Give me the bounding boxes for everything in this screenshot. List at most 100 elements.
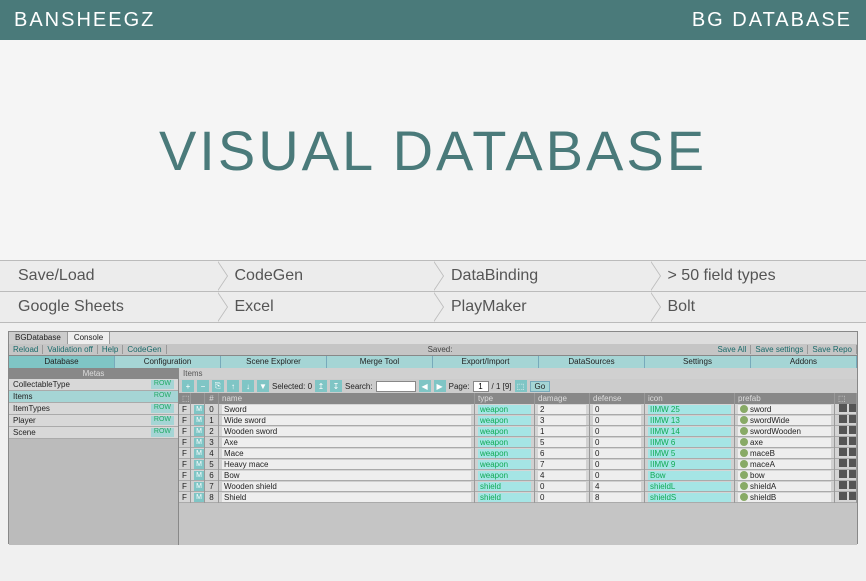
- save-repo-button[interactable]: Save Repo: [808, 345, 857, 354]
- row-flag[interactable]: F: [179, 459, 191, 470]
- cell-type[interactable]: weapon: [475, 470, 535, 481]
- reload-button[interactable]: Reload: [9, 345, 43, 354]
- row-flag[interactable]: F: [179, 470, 191, 481]
- cell-name[interactable]: Heavy mace: [219, 459, 475, 470]
- add-icon[interactable]: +: [182, 380, 194, 392]
- table-row[interactable]: FM1Wide swordweapon30IIMW 13swordWide: [179, 415, 857, 426]
- cell-defense[interactable]: 0: [590, 404, 645, 415]
- codegen-button[interactable]: CodeGen: [123, 345, 166, 354]
- cell-name[interactable]: Mace: [219, 448, 475, 459]
- tab-scene-explorer[interactable]: Scene Explorer: [221, 356, 327, 368]
- cell-icon[interactable]: IIMW 14: [645, 426, 735, 437]
- cell-type[interactable]: weapon: [475, 415, 535, 426]
- table-row[interactable]: FM8Shieldshield08shieldSshieldB: [179, 492, 857, 503]
- cell-damage[interactable]: 6: [535, 448, 590, 459]
- cell-prefab[interactable]: sword: [735, 404, 835, 415]
- row-flag[interactable]: F: [179, 426, 191, 437]
- cell-type[interactable]: weapon: [475, 437, 535, 448]
- next-page-icon[interactable]: ▶: [434, 380, 446, 392]
- page-input[interactable]: [473, 381, 489, 392]
- prev-page-icon[interactable]: ◀: [419, 380, 431, 392]
- tab-database[interactable]: Database: [9, 356, 115, 368]
- table-row[interactable]: FM4Maceweapon60IIMW 5maceB: [179, 448, 857, 459]
- help-button[interactable]: Help: [98, 345, 123, 354]
- cell-icon[interactable]: shieldS: [645, 492, 735, 503]
- tab-bgdatabase[interactable]: BGDatabase: [9, 332, 68, 344]
- row-flag[interactable]: F: [179, 481, 191, 492]
- cell-defense[interactable]: 0: [590, 437, 645, 448]
- cell-defense[interactable]: 4: [590, 481, 645, 492]
- cell-name[interactable]: Shield: [219, 492, 475, 503]
- sidebar-item-itemtypes[interactable]: ItemTypesROW: [9, 403, 178, 415]
- cell-defense[interactable]: 8: [590, 492, 645, 503]
- sort-desc-icon[interactable]: ↧: [330, 380, 342, 392]
- table-row[interactable]: FM0Swordweapon20IIMW 25sword: [179, 404, 857, 415]
- page-size-icon[interactable]: ⬚: [515, 380, 527, 392]
- col-name[interactable]: name: [219, 393, 475, 404]
- search-input[interactable]: [376, 381, 416, 392]
- copy-icon[interactable]: ⎘: [212, 380, 224, 392]
- cell-type[interactable]: shield: [475, 492, 535, 503]
- sidebar-item-player[interactable]: PlayerROW: [9, 415, 178, 427]
- tab-export-import[interactable]: Export/Import: [433, 356, 539, 368]
- sort-asc-icon[interactable]: ↥: [315, 380, 327, 392]
- cell-prefab[interactable]: maceB: [735, 448, 835, 459]
- cell-defense[interactable]: 0: [590, 415, 645, 426]
- cell-type[interactable]: weapon: [475, 448, 535, 459]
- table-row[interactable]: FM6Bowweapon40Bowbow: [179, 470, 857, 481]
- go-button[interactable]: Go: [530, 381, 551, 392]
- table-row[interactable]: FM5Heavy maceweapon70IIMW 9maceA: [179, 459, 857, 470]
- cell-icon[interactable]: IIMW 5: [645, 448, 735, 459]
- row-flag[interactable]: F: [179, 415, 191, 426]
- row-flag[interactable]: F: [179, 437, 191, 448]
- cell-type[interactable]: shield: [475, 481, 535, 492]
- cell-name[interactable]: Sword: [219, 404, 475, 415]
- cell-damage[interactable]: 0: [535, 481, 590, 492]
- tab-datasources[interactable]: DataSources: [539, 356, 645, 368]
- cell-icon[interactable]: shieldL: [645, 481, 735, 492]
- table-row[interactable]: FM3Axeweapon50IIMW 6axe: [179, 437, 857, 448]
- cell-prefab[interactable]: bow: [735, 470, 835, 481]
- col-damage[interactable]: damage: [535, 393, 590, 404]
- cell-icon[interactable]: IIMW 13: [645, 415, 735, 426]
- cell-prefab[interactable]: swordWide: [735, 415, 835, 426]
- table-row[interactable]: FM7Wooden shieldshield04shieldLshieldA: [179, 481, 857, 492]
- cell-name[interactable]: Wooden sword: [219, 426, 475, 437]
- cell-damage[interactable]: 2: [535, 404, 590, 415]
- cell-defense[interactable]: 0: [590, 448, 645, 459]
- col-prefab[interactable]: prefab: [735, 393, 835, 404]
- cell-damage[interactable]: 4: [535, 470, 590, 481]
- tab-console[interactable]: Console: [68, 332, 110, 344]
- cell-defense[interactable]: 0: [590, 470, 645, 481]
- col-index[interactable]: #: [205, 393, 219, 404]
- col-icon[interactable]: icon: [645, 393, 735, 404]
- cell-damage[interactable]: 1: [535, 426, 590, 437]
- tab-merge-tool[interactable]: Merge Tool: [327, 356, 433, 368]
- sidebar-item-items[interactable]: ItemsROW: [9, 391, 178, 403]
- row-flag[interactable]: F: [179, 404, 191, 415]
- cell-prefab[interactable]: shieldB: [735, 492, 835, 503]
- cell-icon[interactable]: IIMW 25: [645, 404, 735, 415]
- col-flag[interactable]: ⬚: [179, 393, 191, 404]
- row-menu[interactable]: M: [191, 491, 205, 503]
- row-flag[interactable]: F: [179, 492, 191, 503]
- down-icon[interactable]: ↓: [242, 380, 254, 392]
- table-row[interactable]: FM2Wooden swordweapon10IIMW 14swordWoode…: [179, 426, 857, 437]
- cell-prefab[interactable]: shieldA: [735, 481, 835, 492]
- filter-icon[interactable]: ▼: [257, 380, 269, 392]
- cell-defense[interactable]: 0: [590, 459, 645, 470]
- cell-name[interactable]: Bow: [219, 470, 475, 481]
- cell-damage[interactable]: 0: [535, 492, 590, 503]
- up-icon[interactable]: ↑: [227, 380, 239, 392]
- row-actions[interactable]: [835, 491, 857, 503]
- tab-configuration[interactable]: Configuration: [115, 356, 221, 368]
- sidebar-item-collectabletype[interactable]: CollectableTypeROW: [9, 379, 178, 391]
- sidebar-item-scene[interactable]: SceneROW: [9, 427, 178, 439]
- cell-icon[interactable]: IIMW 6: [645, 437, 735, 448]
- cell-prefab[interactable]: axe: [735, 437, 835, 448]
- validation-button[interactable]: Validation off: [43, 345, 98, 354]
- delete-icon[interactable]: −: [197, 380, 209, 392]
- cell-damage[interactable]: 7: [535, 459, 590, 470]
- cell-damage[interactable]: 5: [535, 437, 590, 448]
- cell-icon[interactable]: IIMW 9: [645, 459, 735, 470]
